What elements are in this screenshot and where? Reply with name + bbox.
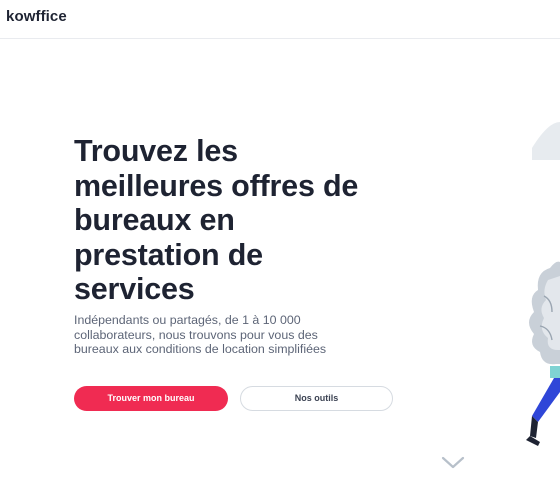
hero-subtitle: Indépendants ou partagés, de 1 à 10 000 …	[74, 313, 327, 357]
top-navbar: kowffice	[0, 0, 560, 39]
logo[interactable]: kowffice	[6, 8, 67, 25]
find-office-button[interactable]: Trouver mon bureau	[74, 386, 228, 411]
hero-title: Trouvez les meilleures offres de bureaux…	[74, 134, 359, 306]
hero-illustration	[526, 122, 560, 446]
chevron-down-icon[interactable]	[441, 456, 465, 470]
our-tools-button[interactable]: Nos outils	[240, 386, 393, 411]
